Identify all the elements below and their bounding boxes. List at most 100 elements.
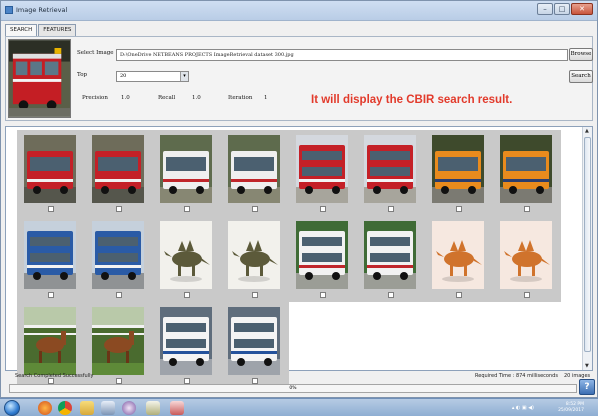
result-item[interactable]	[357, 130, 425, 216]
result-checkbox[interactable]	[184, 292, 190, 298]
close-button[interactable]: ✕	[571, 3, 593, 15]
white-blue-double-decker-image	[160, 307, 212, 375]
result-checkbox[interactable]	[456, 292, 462, 298]
result-thumbnail[interactable]	[228, 221, 280, 289]
result-thumbnail[interactable]	[432, 221, 484, 289]
result-thumbnail[interactable]	[92, 221, 144, 289]
image-path-field[interactable]: D:\OneDrive NETBEANS PROJECTS ImageRetri…	[116, 49, 568, 61]
result-item[interactable]	[153, 216, 221, 302]
result-checkbox[interactable]	[116, 292, 122, 298]
iteration-label: Iteration	[228, 95, 253, 101]
firefox-icon[interactable]	[38, 401, 52, 415]
tab-search[interactable]: SEARCH	[5, 24, 38, 36]
result-thumbnail[interactable]	[364, 221, 416, 289]
result-thumbnail[interactable]	[500, 221, 552, 289]
start-orb-icon[interactable]	[4, 400, 20, 416]
top-label: Top	[77, 72, 88, 78]
chevron-down-icon[interactable]: ▾	[180, 72, 188, 81]
result-checkbox[interactable]	[524, 206, 530, 212]
result-thumbnail[interactable]	[364, 135, 416, 203]
tool-icon[interactable]	[146, 401, 160, 415]
chrome-icon[interactable]	[58, 401, 72, 415]
media-icon[interactable]	[122, 401, 136, 415]
result-checkbox[interactable]	[48, 292, 54, 298]
recall-value: 1.0	[192, 95, 201, 101]
blue-double-decker-image	[24, 221, 76, 289]
result-thumbnail[interactable]	[296, 135, 348, 203]
result-checkbox[interactable]	[184, 206, 190, 212]
search-button[interactable]: Search	[569, 70, 593, 83]
clock[interactable]: 8:52 PM 25/09/2017	[536, 402, 584, 414]
red-white-double-decker-image	[296, 135, 348, 203]
result-checkbox[interactable]	[320, 292, 326, 298]
result-thumbnail[interactable]	[160, 221, 212, 289]
scroll-down-icon[interactable]: ▼	[585, 363, 589, 369]
scroll-thumb[interactable]	[584, 137, 591, 352]
result-thumbnail[interactable]	[160, 307, 212, 375]
result-item[interactable]	[153, 130, 221, 216]
result-thumbnail[interactable]	[24, 221, 76, 289]
result-item[interactable]	[221, 216, 289, 302]
horse-image	[24, 307, 76, 375]
result-thumbnail[interactable]	[296, 221, 348, 289]
system-tray-icons[interactable]: ▴ ◐ ▣ ◀)	[512, 405, 534, 411]
scroll-up-icon[interactable]: ▲	[585, 128, 589, 134]
result-checkbox[interactable]	[456, 206, 462, 212]
clock-date: 25/09/2017	[558, 408, 584, 413]
result-item[interactable]	[425, 216, 493, 302]
result-thumbnail[interactable]	[92, 135, 144, 203]
result-item[interactable]	[221, 130, 289, 216]
java-app-icon[interactable]	[170, 401, 184, 415]
results-panel[interactable]: ▲ ▼	[5, 126, 593, 388]
result-checkbox[interactable]	[388, 292, 394, 298]
virtualbox-icon[interactable]	[101, 401, 115, 415]
result-item[interactable]	[85, 130, 153, 216]
result-checkbox[interactable]	[252, 206, 258, 212]
white-coach-trees-image	[296, 221, 348, 289]
title-bar[interactable]: Image Retrieval – □ ✕	[1, 1, 597, 21]
result-thumbnail[interactable]	[432, 135, 484, 203]
file-explorer-icon[interactable]	[80, 401, 94, 415]
results-scrollbar[interactable]: ▲ ▼	[582, 127, 592, 370]
iteration-value: 1	[264, 95, 268, 101]
result-item[interactable]	[493, 216, 561, 302]
white-blue-double-decker-image	[228, 307, 280, 375]
top-select[interactable]: 20 ▾	[116, 71, 189, 82]
result-checkbox[interactable]	[320, 206, 326, 212]
app-icon	[5, 6, 13, 14]
result-thumbnail[interactable]	[228, 307, 280, 375]
result-item[interactable]	[17, 130, 85, 216]
result-item[interactable]	[289, 216, 357, 302]
white-coach-trees-image	[364, 221, 416, 289]
browse-button[interactable]: Browse	[569, 48, 593, 61]
status-bar: Search Completed Successfully Required T…	[1, 371, 597, 382]
result-checkbox[interactable]	[252, 292, 258, 298]
query-bus-image	[9, 40, 70, 117]
result-thumbnail[interactable]	[500, 135, 552, 203]
orange-bus-image	[432, 135, 484, 203]
result-thumbnail[interactable]	[228, 135, 280, 203]
result-thumbnail[interactable]	[24, 307, 76, 375]
result-checkbox[interactable]	[524, 292, 530, 298]
result-item[interactable]	[357, 216, 425, 302]
result-item[interactable]	[425, 130, 493, 216]
red-bus-image	[24, 135, 76, 203]
result-checkbox[interactable]	[388, 206, 394, 212]
top-select-value: 20	[120, 73, 127, 79]
result-item[interactable]	[85, 216, 153, 302]
minimize-button[interactable]: –	[537, 3, 553, 15]
result-item[interactable]	[289, 130, 357, 216]
maximize-button[interactable]: □	[554, 3, 570, 15]
result-thumbnail[interactable]	[92, 307, 144, 375]
tab-features[interactable]: FEATURES	[38, 24, 77, 36]
result-checkbox[interactable]	[48, 206, 54, 212]
result-item[interactable]	[17, 216, 85, 302]
help-icon[interactable]: ?	[579, 379, 595, 395]
result-item[interactable]	[493, 130, 561, 216]
tab-strip: SEARCH FEATURES	[5, 24, 77, 36]
red-white-double-decker-image	[364, 135, 416, 203]
result-thumbnail[interactable]	[160, 135, 212, 203]
result-thumbnail[interactable]	[24, 135, 76, 203]
result-checkbox[interactable]	[116, 206, 122, 212]
white-red-bus-image	[160, 135, 212, 203]
